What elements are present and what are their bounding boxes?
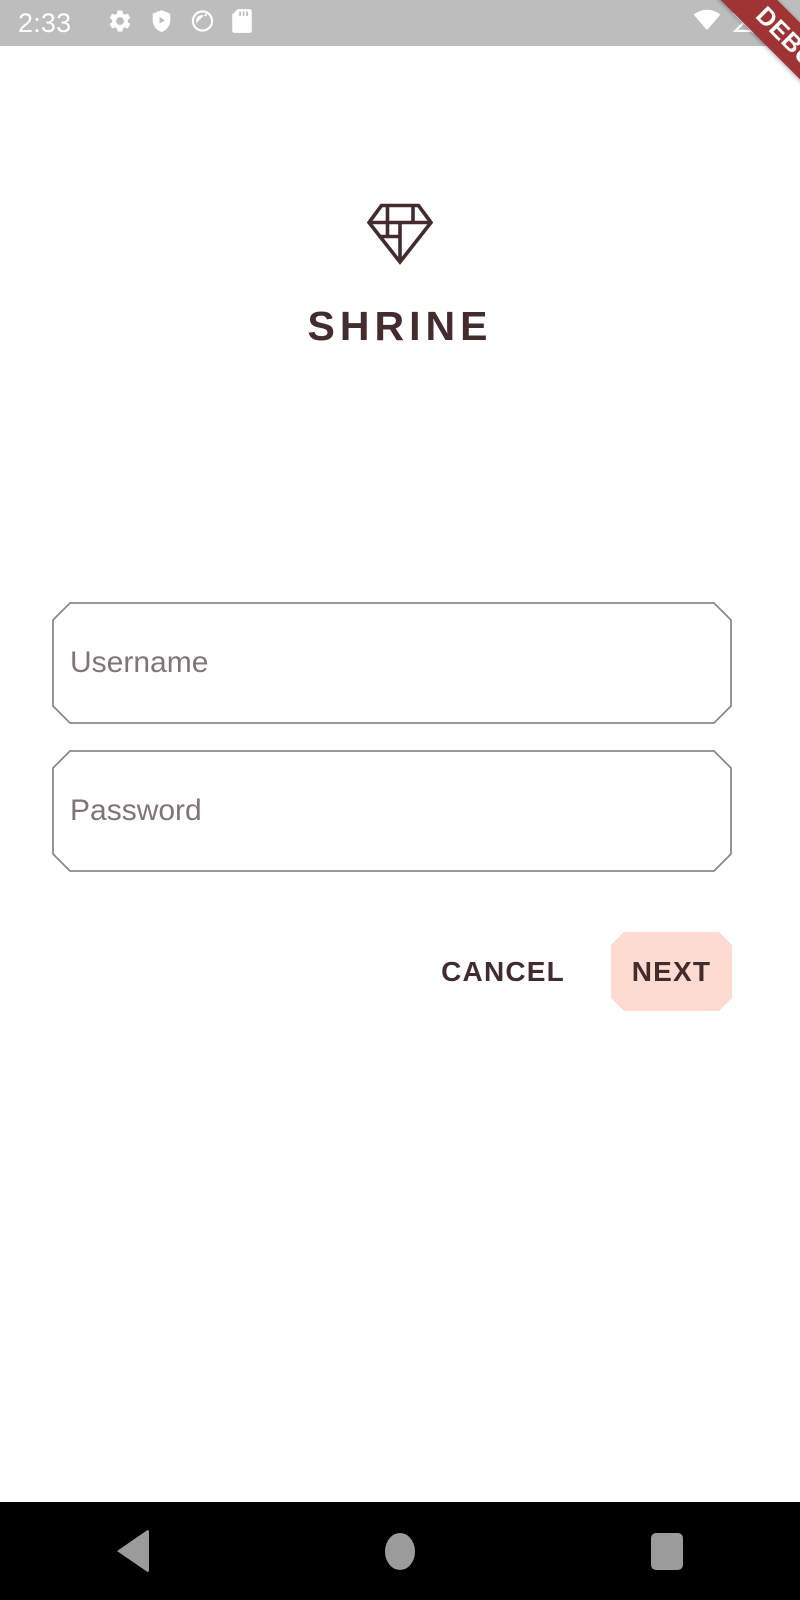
password-input[interactable] xyxy=(70,750,714,872)
next-button-label: NEXT xyxy=(631,955,712,987)
nav-home-button[interactable] xyxy=(340,1502,460,1600)
play-protect-shield-icon xyxy=(149,8,174,39)
home-circle-icon xyxy=(384,1532,415,1570)
settings-gear-icon xyxy=(107,8,133,39)
page-title: SHRINE xyxy=(307,303,493,349)
screen-record-icon xyxy=(190,8,215,39)
shrine-diamond-logo xyxy=(363,196,437,270)
username-input[interactable] xyxy=(70,602,714,724)
battery-icon xyxy=(769,7,786,39)
username-field[interactable] xyxy=(52,602,732,724)
recents-square-icon xyxy=(650,1532,683,1570)
back-triangle-icon xyxy=(117,1529,150,1573)
status-bar-right-group xyxy=(693,7,786,39)
form-actions: CANCEL NEXT xyxy=(433,932,732,1011)
cancel-button[interactable]: CANCEL xyxy=(433,946,573,998)
status-bar-clock: 2:33 xyxy=(18,7,72,38)
sd-card-icon xyxy=(231,8,253,39)
status-bar: 2:33 xyxy=(0,0,800,46)
nav-recents-button[interactable] xyxy=(607,1502,727,1600)
app-screen: 2:33 DEBUG SHRINE Username Password CANC… xyxy=(0,0,800,1600)
wifi-icon xyxy=(693,8,721,39)
login-form xyxy=(52,602,732,898)
nav-back-button[interactable] xyxy=(73,1502,193,1600)
android-nav-bar xyxy=(0,1502,800,1600)
status-bar-left-group: 2:33 xyxy=(18,8,693,39)
login-page: SHRINE CANCEL NEXT xyxy=(0,46,800,1502)
brand-block: SHRINE xyxy=(0,196,800,347)
next-button[interactable]: NEXT xyxy=(611,932,732,1011)
password-field[interactable] xyxy=(52,750,732,872)
cellular-signal-off-icon xyxy=(732,7,758,39)
